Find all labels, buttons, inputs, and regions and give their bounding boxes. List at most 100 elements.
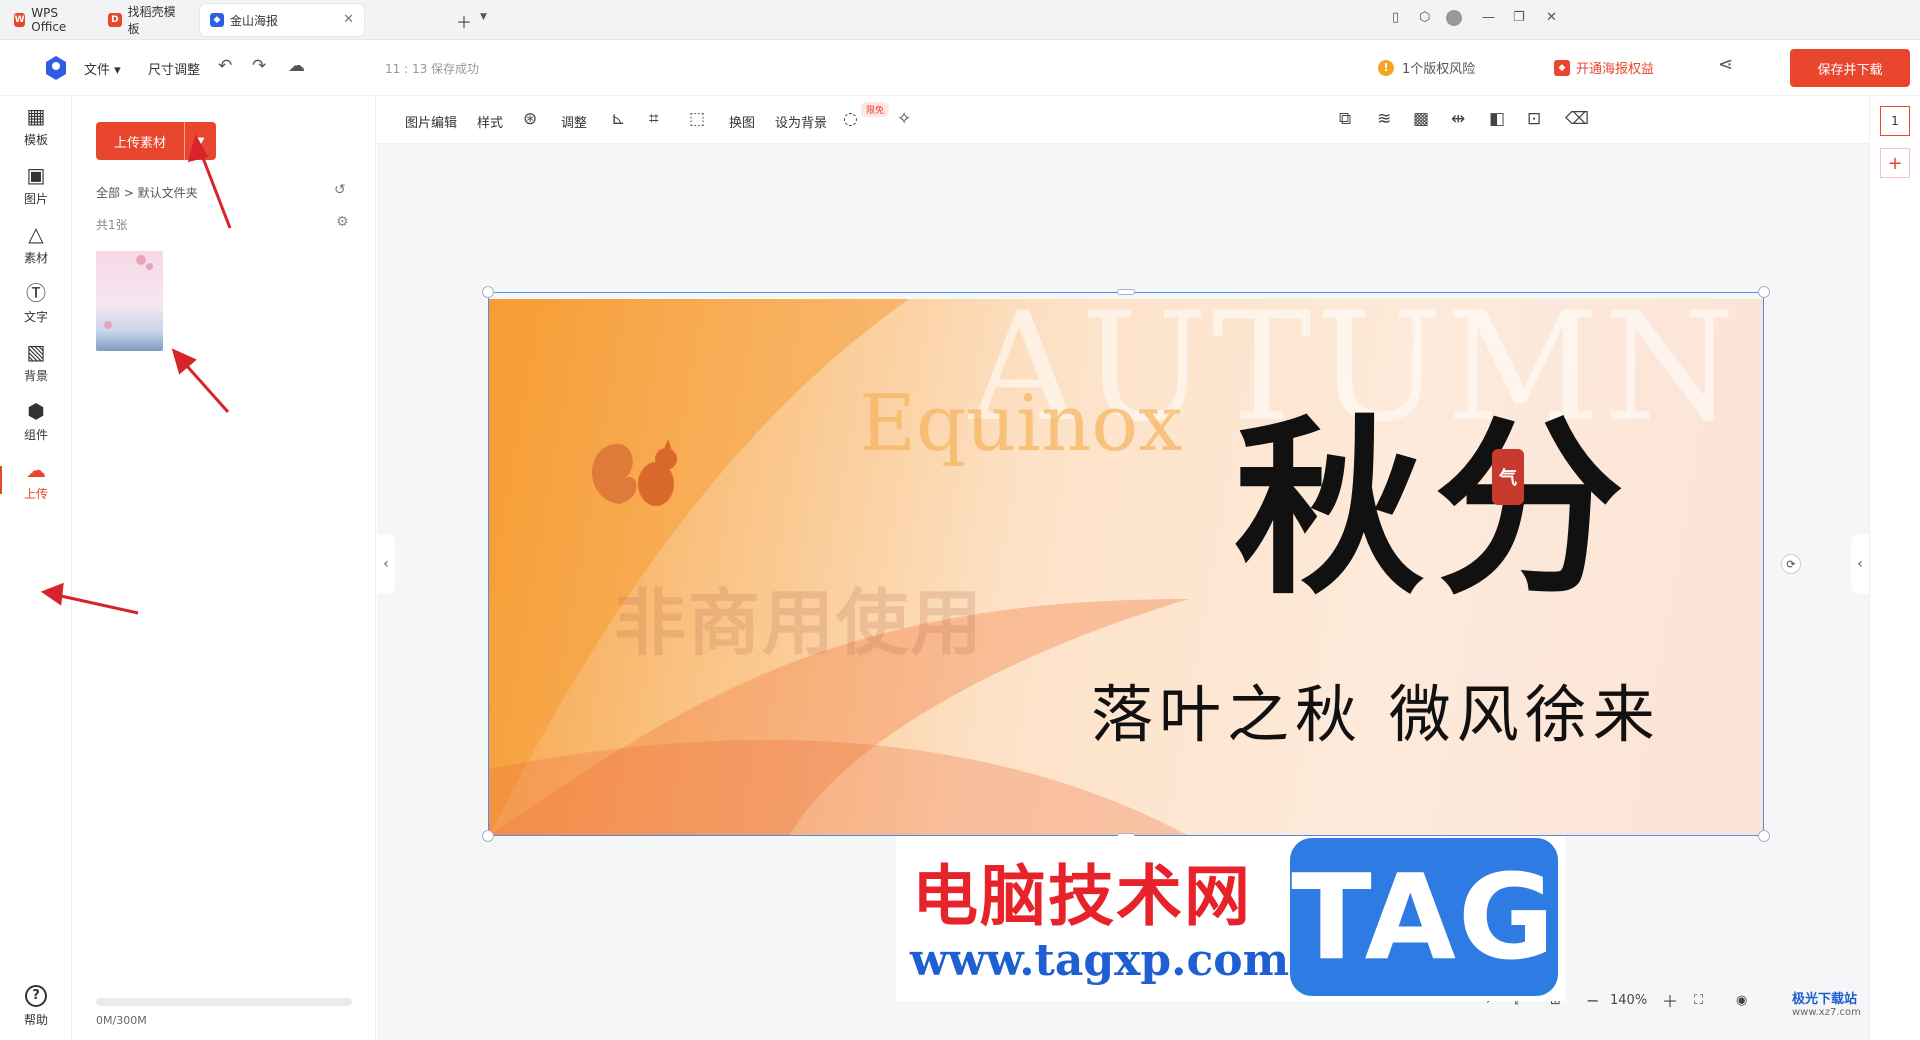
tag-logo: TAG [1290, 838, 1558, 996]
style-button[interactable]: 样式 [477, 112, 503, 131]
nav-item-text[interactable]: Ⓣ 文字 [0, 273, 72, 333]
blossom-decoration [136, 255, 146, 265]
limit-free-badge: 限免 [861, 102, 890, 117]
chevron-down-icon[interactable]: ▼ [480, 12, 487, 22]
ruler-icon[interactable]: ⊾ [611, 109, 625, 129]
upload-cloud-icon: ☁ [26, 457, 46, 482]
restore-icon[interactable]: ❐ [1513, 10, 1525, 25]
storage-progress-bar [96, 998, 352, 1006]
filter-icon[interactable]: ⊛ [523, 109, 537, 129]
adjust-button[interactable]: 调整 [561, 112, 587, 131]
nav-label: 组件 [23, 427, 48, 442]
image-edit-button[interactable]: 图片编辑 [405, 112, 457, 131]
flip-icon[interactable]: ⇹ [1451, 109, 1465, 129]
top-toolbar: 文件 ▾ 尺寸调整 ↶ ↷ ☁ 11 : 13 保存成功 ! 1个版权风险 ◆ … [0, 40, 1920, 96]
upload-material-label: 上传素材 [113, 135, 166, 151]
vip-label: 开通海报权益 [1576, 62, 1655, 77]
minimize-icon[interactable]: — [1482, 10, 1495, 25]
add-page-button[interactable]: + [1880, 148, 1910, 178]
right-collapse-button[interactable]: ‹ [1851, 534, 1869, 594]
storage-text: 0M/300M [96, 1014, 147, 1027]
fullscreen-icon[interactable]: ⛶ [1694, 980, 1703, 1020]
window-close-icon[interactable]: ✕ [1546, 10, 1557, 25]
breadcrumb[interactable]: 全部 > 默认文件夹 [96, 184, 198, 201]
browser-tab-bar: W WPS Office D 找稻壳模板 ◆ 金山海报 ✕ ＋ ▼ ▯ ⬡ — … [0, 0, 1920, 40]
tab-wps-office[interactable]: W WPS Office [4, 4, 94, 36]
magic-icon[interactable]: ✧ [897, 109, 911, 129]
site-watermark-cn: 电脑技术网 [912, 858, 1252, 935]
resize-handle[interactable] [1758, 286, 1770, 298]
cutout-icon[interactable]: ◌ [843, 109, 858, 129]
transform-icon[interactable]: ⬚ [689, 109, 705, 129]
undo-icon[interactable]: ↶ [218, 56, 232, 76]
help-button[interactable]: ? 帮助 [0, 976, 72, 1036]
file-menu[interactable]: 文件 ▾ [84, 59, 121, 78]
nav-label: 素材 [23, 250, 48, 265]
cube-icon[interactable]: ⬡ [1419, 10, 1430, 25]
resize-handle[interactable] [1117, 289, 1135, 295]
layers-icon[interactable]: ≋ [1377, 109, 1391, 129]
background-icon: ▧ [26, 339, 46, 364]
resize-handle[interactable] [482, 286, 494, 298]
cloud-save-icon: ☁ [288, 56, 305, 76]
preview-eye-icon[interactable]: ◉ [1736, 980, 1747, 1020]
crop-icon[interactable]: ⌗ [649, 109, 659, 129]
resize-button[interactable]: 尺寸调整 [148, 59, 200, 78]
nav-item-background[interactable]: ▧ 背景 [0, 332, 72, 392]
site-watermark-url: www.tagxp.com [910, 935, 1290, 986]
nav-label: 背景 [23, 368, 48, 383]
redo-icon[interactable]: ↷ [252, 56, 266, 76]
tab-label: WPS Office [31, 6, 67, 34]
sidebar-toggle-icon[interactable]: ▯ [1392, 10, 1399, 25]
vip-hexagon-icon: ◆ [1554, 59, 1570, 76]
zoom-level[interactable]: 140% [1610, 980, 1647, 1020]
poster-logo-icon: ◆ [210, 13, 224, 27]
blossom-decoration [146, 263, 153, 270]
page-thumbnail[interactable]: 1 [1880, 106, 1910, 136]
rotate-icon[interactable]: ⟳ [1781, 554, 1801, 574]
upload-material-button[interactable]: 上传素材 ▼ [96, 122, 216, 160]
upload-dropdown-icon[interactable]: ▼ [185, 136, 216, 147]
nav-label: 上传 [23, 486, 48, 501]
lock-icon[interactable]: ⊡ [1527, 109, 1541, 129]
change-image-button[interactable]: 换图 [729, 112, 755, 131]
tab-docer-templates[interactable]: D 找稻壳模板 [98, 4, 196, 36]
transparency-icon[interactable]: ▩ [1413, 109, 1429, 129]
set-background-button[interactable]: 设为背景 [775, 112, 827, 131]
resize-handle[interactable] [482, 830, 494, 842]
refresh-icon[interactable]: ↺ [334, 182, 346, 198]
zoom-out-icon[interactable]: − [1586, 980, 1599, 1020]
left-collapse-button[interactable]: ‹ [377, 534, 395, 594]
share-icon[interactable]: ⋖ [1718, 54, 1733, 75]
nav-item-component[interactable]: ⬢ 组件 [0, 391, 72, 451]
tab-jinshan-poster[interactable]: ◆ 金山海报 ✕ [200, 4, 364, 36]
page-panel: 1 + [1869, 96, 1920, 1040]
save-download-button[interactable]: 保存并下载 [1790, 49, 1910, 87]
app-logo-icon [46, 56, 66, 80]
nav-item-upload[interactable]: ☁ 上传 [0, 450, 72, 510]
close-icon[interactable]: ✕ [343, 12, 354, 27]
xz-name: 极光下载站 [1792, 992, 1858, 1007]
uploaded-image-thumbnail[interactable] [96, 251, 163, 351]
help-label: 帮助 [23, 1012, 48, 1027]
zoom-in-icon[interactable]: ＋ [1662, 980, 1678, 1020]
vip-button[interactable]: ◆ 开通海报权益 [1554, 58, 1654, 77]
delete-icon[interactable]: ⌫ [1565, 109, 1589, 129]
nav-item-material[interactable]: △ 素材 [0, 214, 72, 274]
copy-icon[interactable]: ⧉ [1339, 109, 1351, 129]
selection-frame [488, 292, 1764, 836]
new-tab-plus-icon[interactable]: ＋ [456, 9, 472, 33]
settings-icon[interactable]: ⚙ [336, 214, 349, 230]
nav-item-image[interactable]: ▣ 图片 [0, 155, 72, 215]
nav-label: 文字 [23, 309, 48, 324]
avatar[interactable] [1446, 10, 1462, 26]
shadow-icon[interactable]: ◧ [1489, 109, 1505, 129]
asset-count: 共1张 [96, 218, 128, 232]
warning-icon: ! [1378, 59, 1394, 76]
copyright-risk-label: 1个版权风险 [1402, 62, 1476, 77]
app-window: { "tabs": [ {"label": "WPS Office"}, {"l… [0, 0, 1920, 1040]
copyright-risk-button[interactable]: ! 1个版权风险 [1378, 58, 1475, 77]
nav-item-template[interactable]: ▦ 模板 [0, 96, 72, 156]
resize-handle[interactable] [1758, 830, 1770, 842]
nav-label: 图片 [23, 191, 48, 206]
